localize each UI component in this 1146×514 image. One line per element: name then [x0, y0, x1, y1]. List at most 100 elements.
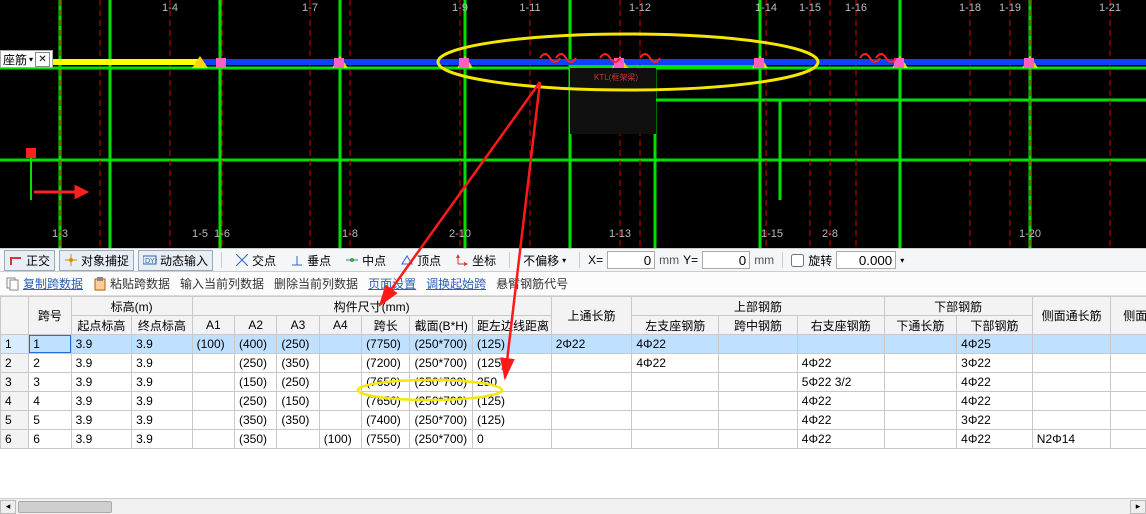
- span-no-cell[interactable]: 1: [29, 335, 71, 354]
- left-support-cell[interactable]: [632, 430, 719, 449]
- side-cell[interactable]: [1111, 354, 1146, 373]
- a1-cell[interactable]: (100): [192, 335, 234, 354]
- start-elev-cell[interactable]: 3.9: [71, 430, 132, 449]
- bot-rebar-cell[interactable]: 3Φ22: [957, 411, 1033, 430]
- end-elev-cell[interactable]: 3.9: [132, 373, 193, 392]
- a1-cell[interactable]: [192, 392, 234, 411]
- a2-cell[interactable]: (350): [234, 430, 276, 449]
- dist-left-cell[interactable]: (125): [473, 392, 552, 411]
- section-cell[interactable]: (250*700): [410, 354, 473, 373]
- a4-cell[interactable]: [319, 392, 361, 411]
- right-support-cell[interactable]: 4Φ22: [797, 430, 884, 449]
- side-through-cell[interactable]: N2Φ14: [1032, 430, 1111, 449]
- row-number[interactable]: 3: [1, 373, 29, 392]
- bot-through-cell[interactable]: [884, 335, 957, 354]
- right-support-cell[interactable]: 5Φ22 3/2: [797, 373, 884, 392]
- col-span-no[interactable]: 跨号: [29, 297, 71, 335]
- rotate-input[interactable]: [836, 251, 896, 269]
- bot-rebar-cell[interactable]: 4Φ22: [957, 430, 1033, 449]
- table-row[interactable]: 223.93.9(250)(350)(7200)(250*700)(125)4Φ…: [1, 354, 1146, 373]
- a1-cell[interactable]: [192, 354, 234, 373]
- end-elev-cell[interactable]: 3.9: [132, 392, 193, 411]
- left-support-cell[interactable]: [632, 373, 719, 392]
- dropdown-icon[interactable]: ▾: [29, 55, 33, 64]
- a2-cell[interactable]: (250): [234, 392, 276, 411]
- cantilever-code-button[interactable]: 悬臂钢筋代号: [496, 275, 568, 292]
- perpendicular-snap[interactable]: 垂点: [285, 250, 336, 271]
- side-cell[interactable]: [1111, 430, 1146, 449]
- span-len-cell[interactable]: (7200): [362, 354, 410, 373]
- a4-cell[interactable]: (100): [319, 430, 361, 449]
- span-no-cell[interactable]: 4: [29, 392, 71, 411]
- col-group-elevation[interactable]: 标高(m): [71, 297, 192, 316]
- side-cell[interactable]: [1111, 392, 1146, 411]
- horizontal-scrollbar[interactable]: ◂ ▸: [0, 498, 1146, 514]
- a2-cell[interactable]: (250): [234, 354, 276, 373]
- left-support-cell[interactable]: [632, 411, 719, 430]
- side-cell[interactable]: [1111, 411, 1146, 430]
- row-number[interactable]: 6: [1, 430, 29, 449]
- table-row[interactable]: 113.93.9(100)(400)(250)(7750)(250*700)(1…: [1, 335, 1146, 354]
- right-support-cell[interactable]: 4Φ22: [797, 392, 884, 411]
- side-through-cell[interactable]: [1032, 392, 1111, 411]
- end-elev-cell[interactable]: 3.9: [132, 430, 193, 449]
- start-elev-cell[interactable]: 3.9: [71, 373, 132, 392]
- a1-cell[interactable]: [192, 430, 234, 449]
- scroll-thumb[interactable]: [18, 501, 112, 513]
- side-through-cell[interactable]: [1032, 354, 1111, 373]
- col-side-through[interactable]: 侧面通长筋: [1032, 297, 1111, 335]
- mid-span-cell[interactable]: [719, 354, 798, 373]
- col-bot-rebar[interactable]: 下部钢筋: [957, 316, 1033, 335]
- right-support-cell[interactable]: 4Φ22: [797, 354, 884, 373]
- dist-left-cell[interactable]: (125): [473, 411, 552, 430]
- swap-start-span-button[interactable]: 调换起始跨: [426, 275, 486, 292]
- scroll-right-arrow[interactable]: ▸: [1130, 500, 1146, 514]
- span-len-cell[interactable]: (7650): [362, 373, 410, 392]
- side-through-cell[interactable]: [1032, 335, 1111, 354]
- col-top-through[interactable]: 上通长筋: [551, 297, 632, 335]
- top-through-cell[interactable]: [551, 373, 632, 392]
- span-len-cell[interactable]: (7750): [362, 335, 410, 354]
- row-number[interactable]: 2: [1, 354, 29, 373]
- table-row[interactable]: 553.93.9(350)(350)(7400)(250*700)(125)4Φ…: [1, 411, 1146, 430]
- section-cell[interactable]: (250*700): [410, 335, 473, 354]
- osnap-toggle[interactable]: 对象捕捉: [59, 250, 134, 271]
- a4-cell[interactable]: [319, 354, 361, 373]
- span-no-cell[interactable]: 2: [29, 354, 71, 373]
- bot-through-cell[interactable]: [884, 373, 957, 392]
- span-len-cell[interactable]: (7650): [362, 392, 410, 411]
- row-number[interactable]: 4: [1, 392, 29, 411]
- a2-cell[interactable]: (400): [234, 335, 276, 354]
- rotate-checkbox[interactable]: [791, 254, 804, 267]
- col-start-elev[interactable]: 起点标高: [71, 316, 132, 335]
- apex-snap[interactable]: 顶点: [395, 250, 446, 271]
- a3-cell[interactable]: (250): [277, 335, 319, 354]
- dist-left-cell[interactable]: (125): [473, 354, 552, 373]
- row-number[interactable]: 1: [1, 335, 29, 354]
- start-elev-cell[interactable]: 3.9: [71, 411, 132, 430]
- section-cell[interactable]: (250*700): [410, 411, 473, 430]
- bot-rebar-cell[interactable]: 3Φ22: [957, 354, 1033, 373]
- dist-left-cell[interactable]: 250: [473, 373, 552, 392]
- col-left-support[interactable]: 左支座钢筋: [632, 316, 719, 335]
- left-support-cell[interactable]: 4Φ22: [632, 354, 719, 373]
- offset-dropdown[interactable]: 不偏移 ▾: [518, 250, 571, 271]
- ortho-toggle[interactable]: 正交: [4, 250, 55, 271]
- bot-rebar-cell[interactable]: 4Φ22: [957, 392, 1033, 411]
- chevron-down-icon[interactable]: ▾: [900, 256, 904, 265]
- col-side[interactable]: 侧面: [1111, 297, 1146, 335]
- end-elev-cell[interactable]: 3.9: [132, 411, 193, 430]
- col-dist-left[interactable]: 距左边线距离: [473, 316, 552, 335]
- delete-column-button[interactable]: 删除当前列数据: [274, 275, 358, 292]
- cad-viewport[interactable]: KTL(框架梁) 1-4 1-7 1-9 1-11 1-12 1-14 1-15…: [0, 0, 1146, 248]
- top-through-cell[interactable]: [551, 392, 632, 411]
- start-elev-cell[interactable]: 3.9: [71, 335, 132, 354]
- end-elev-cell[interactable]: 3.9: [132, 354, 193, 373]
- side-cell[interactable]: [1111, 335, 1146, 354]
- a3-cell[interactable]: [277, 430, 319, 449]
- right-support-cell[interactable]: 4Φ22: [797, 411, 884, 430]
- col-end-elev[interactable]: 终点标高: [132, 316, 193, 335]
- dyn-input-toggle[interactable]: DYN 动态输入: [138, 250, 213, 271]
- col-right-support[interactable]: 右支座钢筋: [797, 316, 884, 335]
- a3-cell[interactable]: (350): [277, 411, 319, 430]
